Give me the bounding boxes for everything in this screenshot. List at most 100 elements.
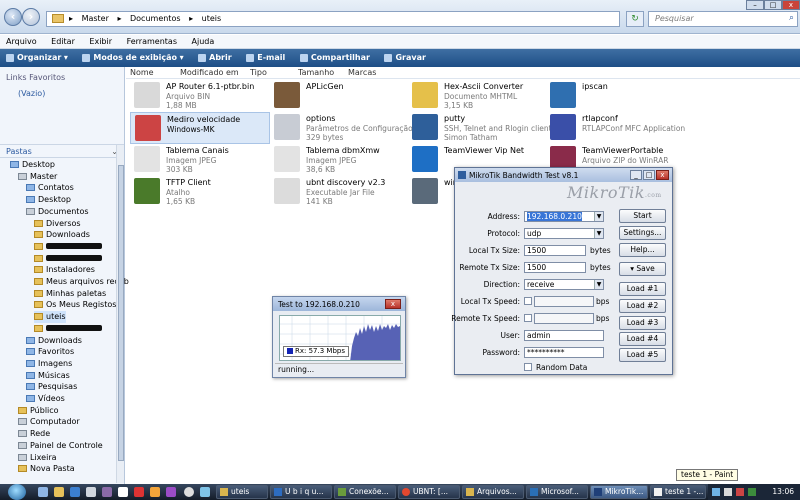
local-tx-speed-field[interactable] <box>534 296 594 307</box>
search-input[interactable]: Pesquisar ⌕ <box>648 11 798 27</box>
tree-item[interactable]: Minhas paletas <box>34 288 106 300</box>
menu-edit[interactable]: Editar <box>45 35 81 48</box>
breadcrumb-item[interactable]: Master <box>82 14 109 23</box>
quick-launch-app-icon[interactable] <box>200 487 210 497</box>
quick-launch-app-icon[interactable] <box>166 487 176 497</box>
tree-item[interactable]: Master <box>18 171 57 183</box>
taskbar-button[interactable]: UBNT: [... <box>398 485 460 499</box>
quick-launch-explorer-icon[interactable] <box>54 487 64 497</box>
tree-item[interactable]: Os Meus Registos <box>34 299 116 311</box>
breadcrumb-item[interactable]: uteis <box>202 14 222 23</box>
tree-item[interactable]: Desktop <box>10 159 55 171</box>
tree-item[interactable]: Rede <box>18 428 50 440</box>
maximize-button[interactable]: □ <box>643 170 655 180</box>
open-button[interactable]: Abrir <box>192 49 238 67</box>
organize-button[interactable]: Organizar ▾ <box>0 49 74 67</box>
tree-item[interactable]: Pesquisas <box>26 381 77 393</box>
tree-item[interactable]: Nova Pasta <box>18 463 75 475</box>
tree-item[interactable]: Músicas <box>26 370 70 382</box>
tree-item[interactable]: Público <box>18 405 59 417</box>
file-item[interactable]: ipscan <box>546 80 686 112</box>
file-item[interactable]: putty SSH, Telnet and Rlogin client Simon … <box>408 112 552 144</box>
tree-item[interactable]: Desktop <box>26 194 71 206</box>
load-1-button[interactable]: Load #1 <box>619 282 666 296</box>
file-item[interactable]: options Parâmetros de Configuração 329 byt… <box>270 112 413 144</box>
views-button[interactable]: Modos de exibição ▾ <box>76 49 189 67</box>
load-3-button[interactable]: Load #3 <box>619 316 666 330</box>
quick-launch-app-icon[interactable] <box>86 487 96 497</box>
tree-item[interactable]: Imagens <box>26 358 72 370</box>
folders-header[interactable]: Pastas ⌄ <box>0 144 124 158</box>
close-button[interactable]: x <box>385 299 401 309</box>
tree-item[interactable]: Downloads <box>26 335 82 347</box>
breadcrumb-item[interactable]: Documentos <box>130 14 181 23</box>
taskbar-button[interactable]: U b i q u... <box>270 485 332 499</box>
column-size[interactable]: Tamanho <box>298 68 334 77</box>
tray-app-icon[interactable] <box>748 488 756 496</box>
column-name[interactable]: Nome <box>130 68 154 77</box>
file-item[interactable]: rtlapconf RTLAPConf MFC Application <box>546 112 686 144</box>
share-button[interactable]: Compartilhar <box>294 49 376 67</box>
file-item[interactable]: AP Router 6.1-ptbr.bin Arquivo BIN 1,88 MB <box>130 80 270 112</box>
taskbar-button-active[interactable]: MikroTik... <box>590 485 648 499</box>
taskbar-button[interactable]: Conexõe... <box>334 485 396 499</box>
random-data-checkbox[interactable] <box>524 363 532 371</box>
local-tx-speed-checkbox[interactable] <box>524 297 532 305</box>
tree-item[interactable]: Downloads <box>34 229 90 241</box>
file-item[interactable]: TFTP Client Atalho 1,65 KB <box>130 176 270 208</box>
file-item[interactable]: Tablema dbmXmw Imagem JPEG 38,6 KB <box>270 144 410 176</box>
volume-icon[interactable] <box>724 488 732 496</box>
menu-help[interactable]: Ajuda <box>186 35 221 48</box>
tree-item[interactable]: uteis <box>34 311 66 324</box>
tree-item[interactable] <box>34 253 102 265</box>
tree-item[interactable]: Contatos <box>26 182 74 194</box>
tray-app-icon[interactable] <box>736 488 744 496</box>
tree-item[interactable]: Vídeos <box>26 393 65 405</box>
start-button[interactable] <box>8 484 26 500</box>
quick-launch-app-icon[interactable] <box>184 487 194 497</box>
menu-view[interactable]: Exibir <box>83 35 118 48</box>
tree-item[interactable]: Instaladores <box>34 264 95 276</box>
burn-button[interactable]: Gravar <box>378 49 431 67</box>
tree-scrollbar[interactable] <box>116 145 124 483</box>
taskbar-button[interactable]: Arquivos... <box>462 485 524 499</box>
user-field[interactable]: admin <box>524 330 604 341</box>
column-tags[interactable]: Marcas <box>348 68 376 77</box>
minimize-button[interactable]: – <box>746 0 764 10</box>
tree-item[interactable]: Documentos <box>26 206 89 218</box>
title-bar[interactable]: Test to 192.168.0.210 x <box>273 297 405 311</box>
load-5-button[interactable]: Load #5 <box>619 348 666 362</box>
tree-item[interactable]: Diversos <box>34 218 81 230</box>
quick-launch-app-icon[interactable] <box>134 487 144 497</box>
column-modified[interactable]: Modificado em <box>180 68 239 77</box>
refresh-icon[interactable]: ↻ <box>626 11 644 27</box>
scrollbar-thumb[interactable] <box>118 165 124 461</box>
tree-item[interactable] <box>34 323 102 335</box>
start-button[interactable]: Start <box>619 209 666 223</box>
chevron-down-icon[interactable]: ▼ <box>594 280 603 289</box>
file-item[interactable]: Tablema Canais Imagem JPEG 303 KB <box>130 144 270 176</box>
close-button[interactable]: x <box>782 0 800 10</box>
file-item[interactable]: Hex-Ascii Converter Documento MHTML 3,15 K… <box>408 80 548 112</box>
column-type[interactable]: Tipo <box>250 68 267 77</box>
load-4-button[interactable]: Load #4 <box>619 332 666 346</box>
tree-item[interactable]: Meus arquivos receb <box>34 276 129 288</box>
tree-item[interactable]: Painel de Controle <box>18 440 103 452</box>
tree-item[interactable]: Lixeira <box>18 452 57 464</box>
taskbar-button[interactable]: teste 1 -... <box>650 485 706 499</box>
settings-button[interactable]: Settings... <box>619 226 666 240</box>
password-field[interactable]: ********** <box>524 347 604 358</box>
back-button[interactable]: ‹ <box>4 8 22 26</box>
clock[interactable]: 13:06 <box>772 487 794 496</box>
file-item[interactable]: ubnt discovery v2.3 Executable Jar File 14… <box>270 176 410 208</box>
local-tx-size-field[interactable]: 1500 <box>524 245 586 256</box>
taskbar-button[interactable]: uteis <box>216 485 268 499</box>
tree-item[interactable] <box>34 241 102 253</box>
protocol-select[interactable]: udp ▼ <box>524 228 604 239</box>
quick-launch-app-icon[interactable] <box>150 487 160 497</box>
file-item[interactable]: Medirо velocidade Windows-MK <box>130 112 270 144</box>
maximize-button[interactable]: □ <box>764 0 782 10</box>
breadcrumb[interactable]: ▸ Master ▸ Documentos ▸ uteis <box>46 11 620 27</box>
quick-launch-app-icon[interactable] <box>102 487 112 497</box>
save-button[interactable]: ▾ Save <box>619 262 666 276</box>
